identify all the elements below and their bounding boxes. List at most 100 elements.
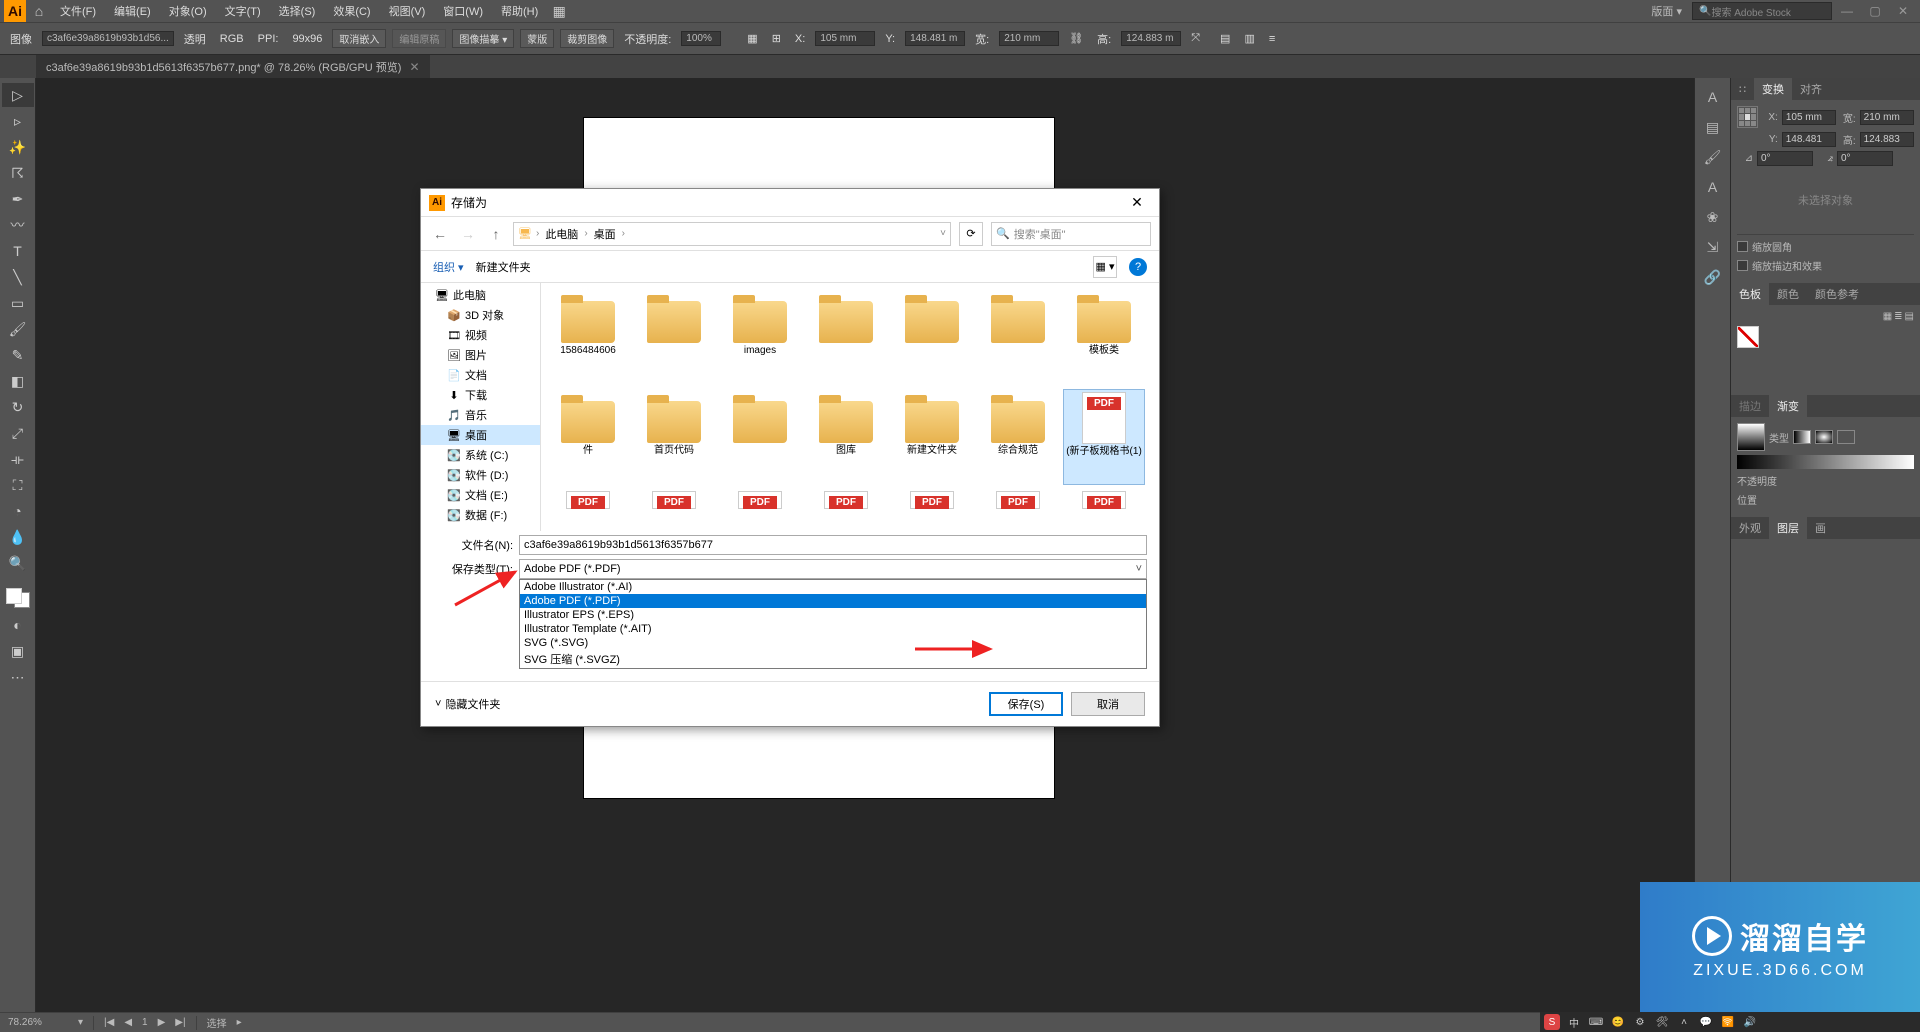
zoom-level[interactable]: 78.26%: [8, 1017, 68, 1028]
workspace-switcher[interactable]: 版面 ▾: [1643, 3, 1690, 19]
bridge-icon[interactable]: ▦: [548, 0, 570, 22]
curvature-tool[interactable]: 〰: [2, 213, 34, 237]
free-transform-tool[interactable]: ⛶: [2, 473, 34, 497]
h-input[interactable]: 124.883 m: [1121, 31, 1181, 46]
link-wh-icon[interactable]: ⛓: [1065, 32, 1087, 45]
zoom-tool[interactable]: 🔍: [2, 551, 34, 575]
close-tab-icon[interactable]: ✕: [409, 60, 419, 74]
file-item[interactable]: (新子板规格书(1): [1063, 389, 1145, 485]
symbols-panel-icon[interactable]: ❀: [1697, 203, 1729, 231]
menu-type[interactable]: 文字(T): [217, 3, 269, 19]
file-item[interactable]: [719, 389, 801, 485]
scale-strokes-checkbox[interactable]: 缩放描边和效果: [1737, 258, 1914, 273]
hide-folders-toggle[interactable]: ˅ 隐藏文件夹: [435, 696, 500, 712]
angle-input[interactable]: 0°: [1757, 151, 1813, 166]
tree-node[interactable]: 📄文档: [421, 365, 540, 385]
scale-corners-checkbox[interactable]: 缩放圆角: [1737, 239, 1914, 254]
nav-back-icon[interactable]: ←: [429, 223, 451, 245]
ref-point-widget[interactable]: [1737, 106, 1758, 128]
artboard-nav-last-icon[interactable]: ▶|: [175, 1017, 185, 1028]
file-item[interactable]: 件: [547, 389, 629, 485]
document-tab[interactable]: c3af6e39a8619b93b1d5613f6357b677.png* @ …: [36, 55, 430, 79]
gradient-slider[interactable]: [1737, 455, 1914, 469]
menu-edit[interactable]: 编辑(E): [106, 3, 159, 19]
tray-expand-icon[interactable]: ˄: [1676, 1014, 1692, 1030]
menu-effect[interactable]: 效果(C): [325, 3, 378, 19]
stock-search[interactable]: 🔍 搜索 Adobe Stock: [1692, 2, 1832, 20]
rectangle-tool[interactable]: ▭: [2, 291, 34, 315]
graph-icon[interactable]: ▥: [1240, 32, 1258, 45]
tab-layers[interactable]: 图层: [1769, 517, 1807, 539]
transform-icon[interactable]: ⤧: [1187, 32, 1204, 45]
filetype-option[interactable]: Adobe PDF (*.PDF): [520, 594, 1146, 608]
window-close-icon[interactable]: ✕: [1894, 4, 1912, 18]
brushes-panel-icon[interactable]: 🖌: [1697, 143, 1729, 171]
lasso-tool[interactable]: ☈: [2, 161, 34, 185]
wifi-icon[interactable]: 🛜: [1720, 1014, 1736, 1030]
panel-collapse-icon[interactable]: ∷: [1731, 78, 1754, 100]
organize-button[interactable]: 组织 ▾: [433, 259, 464, 275]
filetype-option[interactable]: Adobe Illustrator (*.AI): [520, 580, 1146, 594]
transform-w-input[interactable]: 210 mm: [1860, 110, 1914, 125]
links-panel-icon[interactable]: 🔗: [1697, 263, 1729, 291]
save-button[interactable]: 保存(S): [989, 692, 1063, 716]
filetype-combobox[interactable]: Adobe PDF (*.PDF) ˅: [519, 559, 1147, 579]
panel-menu-icon[interactable]: ≡: [1265, 33, 1279, 45]
menu-file[interactable]: 文件(F): [52, 3, 104, 19]
menu-view[interactable]: 视图(V): [381, 3, 434, 19]
transform-h-input[interactable]: 124.883: [1860, 132, 1914, 147]
artboard-number[interactable]: 1: [142, 1017, 148, 1028]
ime-icon[interactable]: S: [1544, 1014, 1560, 1030]
tab-transform[interactable]: 变换: [1754, 78, 1792, 100]
color-mode-icon[interactable]: ◐: [2, 613, 34, 637]
tab-color-guide[interactable]: 颜色参考: [1807, 283, 1867, 305]
breadcrumb-this-pc[interactable]: 此电脑: [543, 226, 580, 242]
tree-node[interactable]: 💽文档 (E:): [421, 485, 540, 505]
edit-toolbar-icon[interactable]: ⋯: [2, 665, 34, 689]
filetype-option[interactable]: SVG 压缩 (*.SVGZ): [520, 650, 1146, 668]
tree-node[interactable]: 🖼图片: [421, 345, 540, 365]
chat-icon[interactable]: 💬: [1698, 1014, 1714, 1030]
unembed-button[interactable]: 取消嵌入: [332, 29, 386, 48]
file-item[interactable]: [719, 489, 801, 513]
filetype-option[interactable]: Illustrator EPS (*.EPS): [520, 608, 1146, 622]
gradient-preview[interactable]: [1737, 423, 1765, 451]
tree-node[interactable]: 🖥桌面: [421, 425, 540, 445]
folder-tree[interactable]: 🖥此电脑📦3D 对象🎞视频🖼图片📄文档⬇下载🎵音乐🖥桌面💽系统 (C:)💽软件 …: [421, 283, 541, 531]
tree-node[interactable]: 💽软件 (D:): [421, 465, 540, 485]
file-item[interactable]: [1063, 489, 1145, 513]
file-item[interactable]: [977, 489, 1059, 513]
export-panel-icon[interactable]: ⇲: [1697, 233, 1729, 261]
shape-builder-tool[interactable]: ◔: [2, 499, 34, 523]
tab-swatches[interactable]: 色板: [1731, 283, 1769, 305]
help-icon[interactable]: ?: [1129, 258, 1147, 276]
magic-wand-tool[interactable]: ✨: [2, 135, 34, 159]
filetype-option[interactable]: SVG (*.SVG): [520, 636, 1146, 650]
arrange-icon[interactable]: ▤: [1216, 32, 1234, 45]
volume-icon[interactable]: 🔊: [1742, 1014, 1758, 1030]
lang-icon[interactable]: 中: [1566, 1014, 1582, 1030]
libraries-panel-icon[interactable]: ▤: [1697, 113, 1729, 141]
x-input[interactable]: 105 mm: [815, 31, 875, 46]
file-item[interactable]: [633, 289, 715, 385]
eyedropper-tool[interactable]: 💧: [2, 525, 34, 549]
file-item[interactable]: 模板类: [1063, 289, 1145, 385]
scale-tool[interactable]: ⤢: [2, 421, 34, 445]
transform-x-input[interactable]: 105 mm: [1782, 110, 1836, 125]
menu-window[interactable]: 窗口(W): [435, 3, 491, 19]
cancel-button[interactable]: 取消: [1071, 692, 1145, 716]
breadcrumb-desktop[interactable]: 桌面: [592, 226, 618, 242]
gradient-radial-icon[interactable]: [1815, 430, 1833, 444]
breadcrumb-dropdown-icon[interactable]: ˅: [940, 228, 946, 239]
character-panel-icon[interactable]: A: [1697, 173, 1729, 201]
refresh-icon[interactable]: ⟳: [959, 222, 983, 246]
file-item[interactable]: 图库: [805, 389, 887, 485]
file-item[interactable]: 1586484606: [547, 289, 629, 385]
keyboard-icon[interactable]: ⌨: [1588, 1014, 1604, 1030]
paintbrush-tool[interactable]: 🖌: [2, 317, 34, 341]
tree-node[interactable]: 📦3D 对象: [421, 305, 540, 325]
nav-up-icon[interactable]: ↑: [485, 223, 507, 245]
settings-icon[interactable]: ⚙: [1632, 1014, 1648, 1030]
view-mode-button[interactable]: ▦ ▾: [1093, 256, 1117, 278]
tab-appearance[interactable]: 外观: [1731, 517, 1769, 539]
